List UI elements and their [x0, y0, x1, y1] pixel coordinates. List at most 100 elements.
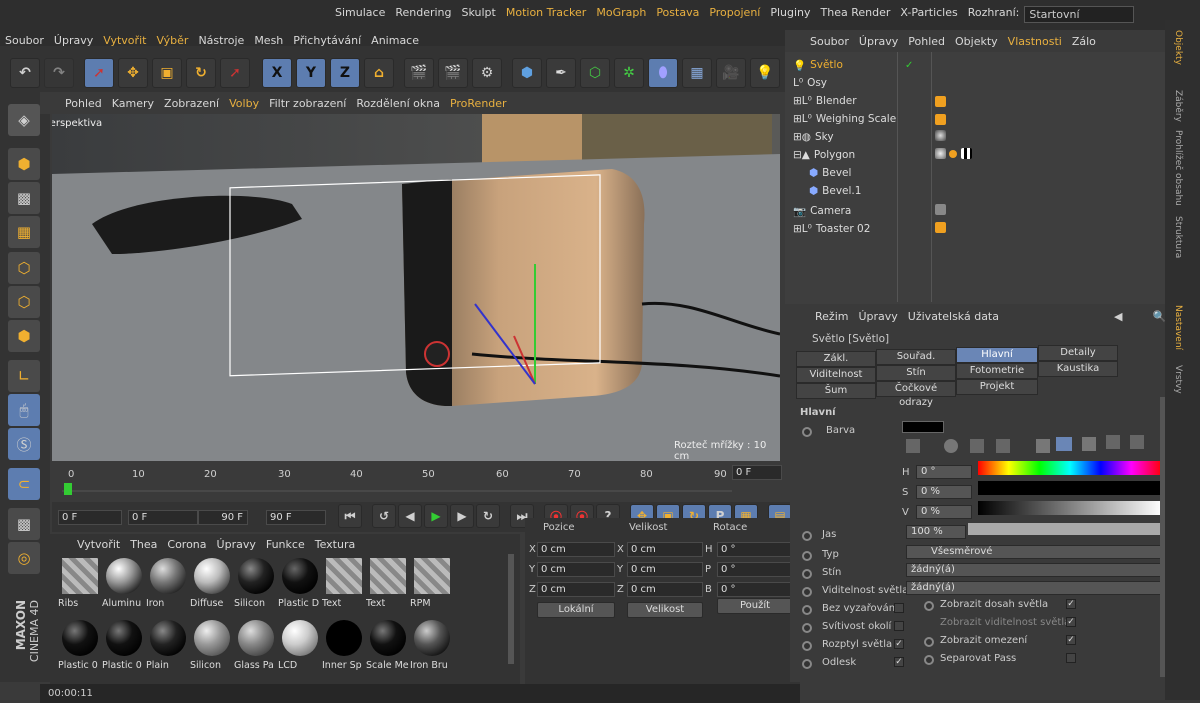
scale-tool-icon[interactable]: ▣ [152, 58, 182, 88]
floor-icon[interactable]: ▦ [682, 58, 712, 88]
pos-x-field[interactable]: 0 cm [537, 542, 615, 557]
mixer-icon[interactable] [1106, 435, 1120, 449]
h-field[interactable]: 0 ° [916, 465, 972, 479]
range-slider-right[interactable]: 90 F [198, 510, 248, 525]
tweak-mode-icon[interactable]: 🖱 [8, 394, 40, 426]
object-row-toaster[interactable]: ⊞L⁰ Toaster 02 [793, 220, 870, 238]
timeline[interactable]: 0 10 20 30 40 50 60 70 80 90 0 F [52, 461, 785, 507]
hue-slider[interactable] [978, 461, 1162, 475]
anim-dot[interactable] [924, 637, 934, 647]
playhead[interactable] [64, 483, 72, 495]
cloner-icon[interactable]: ✲ [614, 58, 644, 88]
saturation-slider[interactable] [978, 481, 1162, 495]
rot-h-field[interactable]: 0 ° [717, 542, 793, 557]
menu-skulpt[interactable]: Skulpt [457, 6, 501, 23]
tab-kaustika[interactable]: Kaustika [1038, 361, 1118, 377]
object-row-bevel[interactable]: ⬢ Bevel [809, 164, 851, 182]
tab-sum[interactable]: Šum [796, 383, 876, 399]
render-settings-icon[interactable]: ⚙ [472, 58, 502, 88]
mat-menu-corona[interactable]: Corona [162, 538, 211, 551]
material-diffuse[interactable]: Diffuse [190, 554, 232, 614]
value-slider[interactable] [978, 501, 1162, 515]
anim-dot[interactable] [924, 655, 934, 665]
rotate-tool-icon[interactable]: ↻ [186, 58, 216, 88]
coordinate-system-icon[interactable]: ⌂ [364, 58, 394, 88]
sidetab-struktura[interactable]: Struktura [1173, 216, 1183, 258]
pos-z-field[interactable]: 0 cm [537, 582, 615, 597]
timeline-ruler[interactable] [52, 461, 752, 501]
material-silicon-2[interactable]: Silicon [190, 616, 232, 676]
obj-menu-objekty[interactable]: Objekty [950, 35, 1003, 48]
move-tool-icon[interactable]: ✥ [118, 58, 148, 88]
color-wheel-icon[interactable] [944, 439, 958, 453]
tab-stin[interactable]: Stín [876, 365, 956, 381]
range-slider-left[interactable]: 0 F [128, 510, 198, 525]
tab-hlavni[interactable]: Hlavní [956, 347, 1038, 363]
cube-icon[interactable]: ⬢ [512, 58, 542, 88]
play-icon[interactable]: ▶ [424, 504, 448, 528]
mat-menu-vytvorit[interactable]: Vytvořit [72, 538, 125, 551]
sidetab-vrstvy[interactable]: Vrstvy [1173, 365, 1183, 394]
menu-propojeni[interactable]: Propojení [704, 6, 765, 23]
mat-menu-funkce[interactable]: Funkce [261, 538, 310, 551]
anim-dot[interactable] [924, 601, 934, 611]
specular-checkbox[interactable]: ✓ [894, 657, 904, 667]
separate-pass-checkbox[interactable] [1066, 653, 1076, 663]
material-iron-bru[interactable]: Iron Bru [410, 616, 452, 676]
material-glass[interactable]: Glass Pa [234, 616, 276, 676]
visible-light-dropdown[interactable]: žádný(á) [906, 581, 1164, 595]
attr-menu-upravy[interactable]: Úpravy [853, 310, 902, 323]
render-view-icon[interactable]: 🎬 [404, 58, 434, 88]
size-x-field[interactable]: 0 cm [627, 542, 703, 557]
vp-menu-volby[interactable]: Volby [224, 97, 264, 110]
menu-simulace[interactable]: Simulace [330, 6, 390, 23]
tab-sourad[interactable]: Souřad. [876, 349, 956, 365]
current-frame-field[interactable]: 0 F [732, 465, 782, 480]
anim-dot[interactable] [802, 659, 812, 669]
object-row-osy[interactable]: L⁰ Osy [793, 74, 827, 92]
anim-dot[interactable] [802, 531, 812, 541]
back-arrow-icon[interactable]: ◀ [1114, 310, 1122, 323]
edges-mode-icon[interactable]: ⬡ [8, 286, 40, 318]
axis-mode-icon[interactable]: ∟ [8, 360, 40, 392]
next-frame-icon[interactable]: ▶ [450, 504, 474, 528]
material-plastic-d[interactable]: Plastic D [278, 554, 320, 614]
model-mode-icon[interactable]: ⬢ [8, 148, 40, 180]
layout-select[interactable]: Startovní [1024, 6, 1135, 23]
coordinate-mode-dropdown[interactable]: Lokální [537, 602, 615, 618]
rot-b-field[interactable]: 0 ° [717, 582, 793, 597]
sidetab-nastaveni[interactable]: Nastavení [1173, 305, 1183, 350]
tag-sky-icon[interactable] [935, 130, 946, 141]
show-illumination-checkbox[interactable]: ✓ [1066, 599, 1076, 609]
last-tool-icon[interactable]: ➚ [220, 58, 250, 88]
next-key-icon[interactable]: ↻ [476, 504, 500, 528]
tab-projekt[interactable]: Projekt [956, 379, 1038, 395]
object-row-svetlo[interactable]: 💡 Světlo [793, 56, 843, 74]
tag-phong-icon[interactable] [949, 150, 957, 158]
size-y-field[interactable]: 0 cm [627, 562, 703, 577]
no-illumination-checkbox[interactable] [894, 603, 904, 613]
brightness-field[interactable]: 100 % [906, 525, 966, 539]
menu-x-particles[interactable]: X-Particles [895, 6, 962, 23]
subdivision-icon[interactable]: ⬡ [580, 58, 610, 88]
menu-thea-render[interactable]: Thea Render [816, 6, 896, 23]
workplane-icon[interactable]: ▦ [8, 216, 40, 248]
tag-material-icon[interactable] [935, 114, 946, 125]
apply-button[interactable]: Použít [717, 598, 793, 614]
show-clipping-checkbox[interactable]: ✓ [1066, 635, 1076, 645]
hsv-mode-icon[interactable] [1056, 437, 1072, 451]
object-row-polygon[interactable]: ⊟▲ Polygon [793, 146, 855, 164]
vp-menu-prorender[interactable]: ProRender [445, 97, 512, 110]
vp-menu-filtr[interactable]: Filtr zobrazení [264, 97, 351, 110]
render-picture-viewer-icon[interactable]: 🎬 [438, 58, 468, 88]
material-rpm[interactable]: RPM [410, 554, 452, 614]
obj-menu-zalo[interactable]: Zálo [1067, 35, 1101, 48]
camera-icon[interactable]: 🎥 [716, 58, 746, 88]
prev-frame-icon[interactable]: ◀ [398, 504, 422, 528]
obj-menu-vlastnosti[interactable]: Vlastnosti [1003, 35, 1067, 48]
sidetab-zabery[interactable]: Záběry [1173, 90, 1183, 122]
object-row-blender[interactable]: ⊞L⁰ Blender [793, 92, 857, 110]
prev-key-icon[interactable]: ↺ [372, 504, 396, 528]
solo-icon[interactable]: Ⓢ [8, 428, 40, 460]
object-row-bevel-1[interactable]: ⬢ Bevel.1 [809, 182, 861, 200]
